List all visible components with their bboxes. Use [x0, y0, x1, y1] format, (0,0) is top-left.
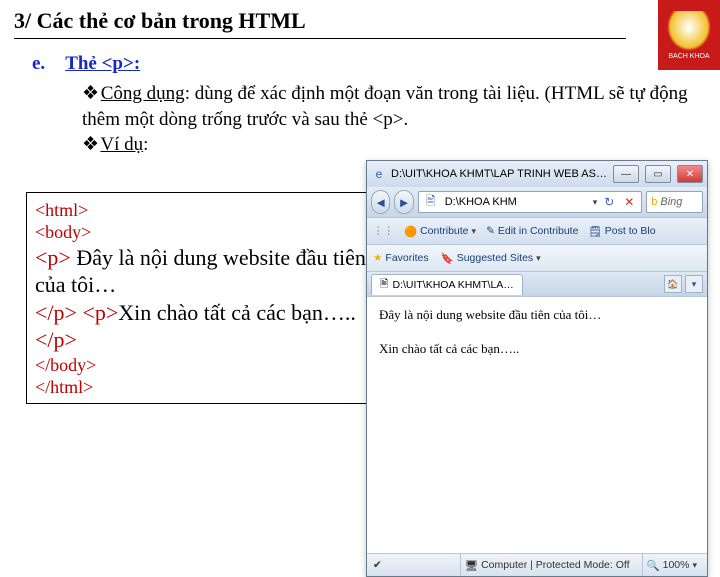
tab-title: D:\UIT\KHOA KHMT\LA…: [392, 279, 513, 291]
stop-icon[interactable]: ✕: [621, 194, 637, 210]
diamond-bullet-icon: ❖: [82, 132, 96, 158]
favorites-bar: ★Favorites 🔖Suggested Sites▾: [367, 245, 707, 272]
page-content: Đây là nội dung website đầu tiên của tôi…: [367, 297, 707, 553]
favorites-button[interactable]: ★Favorites: [373, 252, 429, 264]
code-p-open: <p>: [35, 245, 71, 270]
gear-icon: ⚙: [686, 27, 692, 35]
page-icon: 🖹: [423, 194, 439, 210]
feeds-button[interactable]: ▾: [685, 275, 703, 293]
window-title: D:\UIT\KHOA KHMT\LAP TRINH WEB ASP\TH…: [391, 168, 607, 180]
suggested-label: Suggested Sites: [457, 252, 533, 264]
edit-label: Edit in Contribute: [498, 225, 579, 237]
zoom-control[interactable]: 🔍100%▾: [642, 554, 701, 576]
chevron-down-icon: ▾: [472, 226, 477, 237]
status-bar: ✔ 🖥Computer | Protected Mode: Off 🔍100%▾: [367, 553, 707, 576]
school-logo: ⚙ BACH KHOA: [658, 0, 720, 70]
suggested-icon: 🔖: [441, 252, 454, 265]
rendered-paragraph-2: Xin chào tất cả các bạn…..: [379, 341, 695, 357]
ie-icon: e: [371, 166, 387, 182]
code-example-box: <html> <body> <p> Đây là nội dung websit…: [26, 192, 376, 404]
back-button[interactable]: ◄: [371, 190, 390, 214]
status-done-icon: ✔: [373, 559, 382, 571]
contribute-label: Contribute: [420, 225, 468, 237]
contribute-button[interactable]: 🟠Contribute ▾: [404, 225, 476, 238]
search-placeholder: Bing: [660, 196, 682, 208]
section-name: Thẻ <p>:: [65, 53, 140, 75]
bullet2-label: Ví dụ: [100, 134, 143, 155]
code-text-b: Xin chào tất cả các bạn…..: [118, 300, 356, 325]
code-body-close: </body>: [35, 354, 367, 377]
section-letter: e.: [32, 53, 45, 75]
address-input[interactable]: [443, 195, 589, 209]
bullet1-label: Công dụng: [101, 83, 185, 104]
computer-icon: 🖥: [465, 559, 478, 572]
active-tab[interactable]: 🖹 D:\UIT\KHOA KHMT\LA…: [371, 274, 523, 295]
nav-bar: ◄ ► 🖹 ▾ ↻ ✕ b Bing: [367, 187, 707, 217]
tab-strip: 🖹 D:\UIT\KHOA KHMT\LA… 🏠 ▾: [367, 272, 707, 297]
chevron-down-icon: ▾: [536, 253, 541, 264]
code-body-open: <body>: [35, 221, 367, 244]
edit-icon: ✎: [486, 225, 495, 237]
contribute-toolbar: ⋮⋮ 🟠Contribute ▾ ✎Edit in Contribute 🗒 Pos…: [367, 217, 707, 245]
maximize-button[interactable]: ▭: [645, 165, 671, 183]
rendered-paragraph-1: Đây là nội dung website đầu tiên của tôi…: [379, 307, 695, 323]
diamond-bullet-icon: ❖: [82, 81, 96, 107]
titlebar: e D:\UIT\KHOA KHMT\LAP TRINH WEB ASP\TH……: [367, 161, 707, 187]
logo-label: BACH KHOA: [668, 53, 709, 60]
bullet2-suffix: :: [143, 134, 148, 155]
suggested-sites-button[interactable]: 🔖Suggested Sites▾: [441, 252, 541, 265]
favorites-label: Favorites: [385, 252, 428, 264]
forward-button[interactable]: ►: [394, 190, 413, 214]
toolbar-grip-icon: ⋮⋮: [373, 225, 394, 237]
code-html-close: </html>: [35, 376, 367, 399]
address-dropdown-icon[interactable]: ▾: [593, 197, 598, 208]
code-p-close2: </p>: [35, 327, 77, 352]
post-icon: 🗒: [588, 225, 601, 238]
chevron-down-icon: ▾: [692, 560, 697, 571]
page-title: 3/ Các thẻ cơ bản trong HTML: [14, 8, 626, 39]
search-box[interactable]: b Bing: [646, 191, 703, 213]
tab-page-icon: 🖹: [380, 276, 388, 294]
post-label: Post to Blo: [605, 225, 656, 237]
star-icon: ★: [373, 252, 382, 264]
zoom-value: 100%: [663, 559, 690, 571]
code-p-close: </p>: [35, 300, 77, 325]
zone-label: Computer | Protected Mode: Off: [481, 559, 629, 571]
code-text-a: Đây là nội dung website đầu tiên của tôi…: [35, 245, 366, 298]
browser-window: e D:\UIT\KHOA KHMT\LAP TRINH WEB ASP\TH……: [366, 160, 708, 577]
close-button[interactable]: ✕: [677, 165, 703, 183]
address-bar[interactable]: 🖹 ▾ ↻ ✕: [418, 191, 643, 213]
home-button[interactable]: 🏠: [664, 275, 682, 293]
minimize-button[interactable]: —: [613, 165, 639, 183]
edit-contribute-button[interactable]: ✎Edit in Contribute: [486, 225, 578, 237]
refresh-icon[interactable]: ↻: [601, 194, 617, 210]
bing-icon: b: [651, 196, 657, 208]
bullet-list: ❖ Công dụng: dùng để xác định một đoạn v…: [82, 81, 706, 158]
contribute-icon: 🟠: [404, 225, 417, 238]
security-zone[interactable]: 🖥Computer | Protected Mode: Off: [460, 554, 634, 576]
code-p-open2: <p>: [82, 300, 118, 325]
post-blog-button[interactable]: 🗒 Post to Blo: [588, 225, 655, 238]
zoom-icon: 🔍: [647, 559, 660, 572]
code-html-open: <html>: [35, 199, 367, 222]
